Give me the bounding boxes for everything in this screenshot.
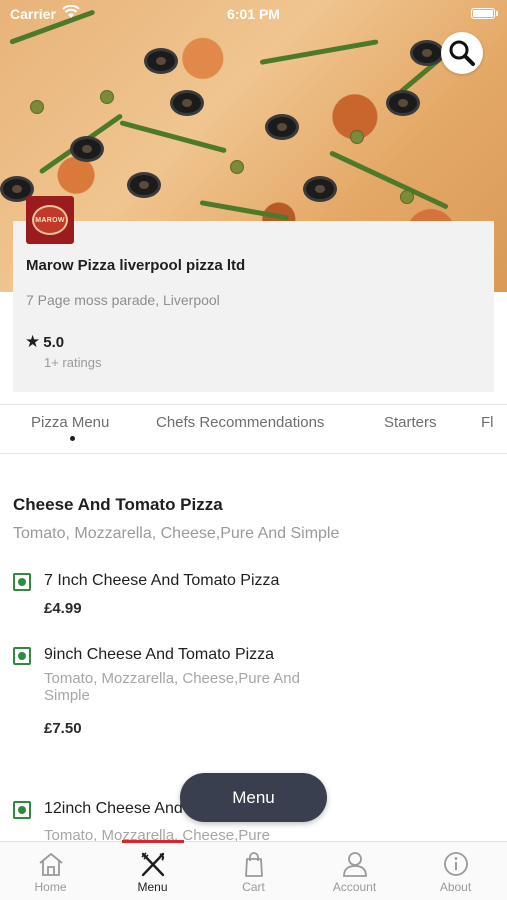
item-description: Tomato, Mozzarella, Cheese,Pure <box>44 827 270 841</box>
category-tabs: Pizza Menu Chefs Recommendations Starter… <box>0 405 507 453</box>
nav-menu-label: Menu <box>137 880 168 894</box>
nav-home-label: Home <box>34 880 67 894</box>
search-icon <box>449 40 475 66</box>
nav-about[interactable]: About <box>405 842 506 900</box>
star-icon: ★ <box>25 332 41 351</box>
item-price: £7.50 <box>44 720 82 737</box>
active-tab-indicator <box>70 436 75 441</box>
tab-chefs-recommendations[interactable]: Chefs Recommendations <box>156 414 324 431</box>
menu-item[interactable]: 9inch Cheese And Tomato Pizza Tomato, Mo… <box>13 646 453 747</box>
search-button[interactable] <box>441 32 483 74</box>
user-icon <box>342 852 367 877</box>
divider <box>0 453 507 454</box>
tab-starters[interactable]: Starters <box>384 414 437 431</box>
nav-cart-label: Cart <box>242 880 265 894</box>
bottom-navigation: Home Menu Cart Account About <box>0 840 507 900</box>
veg-icon <box>13 647 31 665</box>
restaurant-name: Marow Pizza liverpool pizza ltd <box>26 257 246 274</box>
tab-partial[interactable]: Fl <box>481 414 494 431</box>
item-name: 7 Inch Cheese And Tomato Pizza <box>44 572 280 589</box>
veg-icon <box>13 801 31 819</box>
rating-value: 5.0 <box>43 333 65 351</box>
item-description: Tomato, Mozzarella, Cheese,Pure And Simp… <box>44 670 300 704</box>
nav-about-label: About <box>439 880 472 894</box>
section-title: Cheese And Tomato Pizza <box>13 495 223 514</box>
menu-floating-button[interactable]: Menu <box>180 773 327 822</box>
nav-cart[interactable]: Cart <box>203 842 304 900</box>
battery-icon <box>471 8 498 19</box>
nav-home[interactable]: Home <box>0 842 101 900</box>
shopping-bag-icon <box>244 852 263 877</box>
nav-account-label: Account <box>332 880 377 894</box>
restaurant-logo: MAROW <box>26 196 74 244</box>
nav-account[interactable]: Account <box>304 842 405 900</box>
veg-icon <box>13 573 31 591</box>
fork-knife-icon <box>140 852 164 877</box>
item-price: £4.99 <box>44 600 82 617</box>
restaurant-rating: ★ 5.0 <box>25 332 64 352</box>
restaurant-address: 7 Page moss parade, Liverpool <box>26 292 220 308</box>
nav-menu[interactable]: Menu <box>102 842 203 900</box>
section-description: Tomato, Mozzarella, Cheese,Pure And Simp… <box>13 525 340 542</box>
ratings-count: 1+ ratings <box>44 355 102 370</box>
status-bar: Carrier 6:01 PM <box>0 0 507 28</box>
info-icon <box>443 852 468 876</box>
item-name: 9inch Cheese And Tomato Pizza <box>44 646 275 663</box>
tab-pizza-menu[interactable]: Pizza Menu <box>31 414 109 431</box>
status-time: 6:01 PM <box>227 6 280 22</box>
menu-item[interactable]: 7 Inch Cheese And Tomato Pizza £4.99 <box>13 572 453 633</box>
home-icon <box>38 853 63 876</box>
